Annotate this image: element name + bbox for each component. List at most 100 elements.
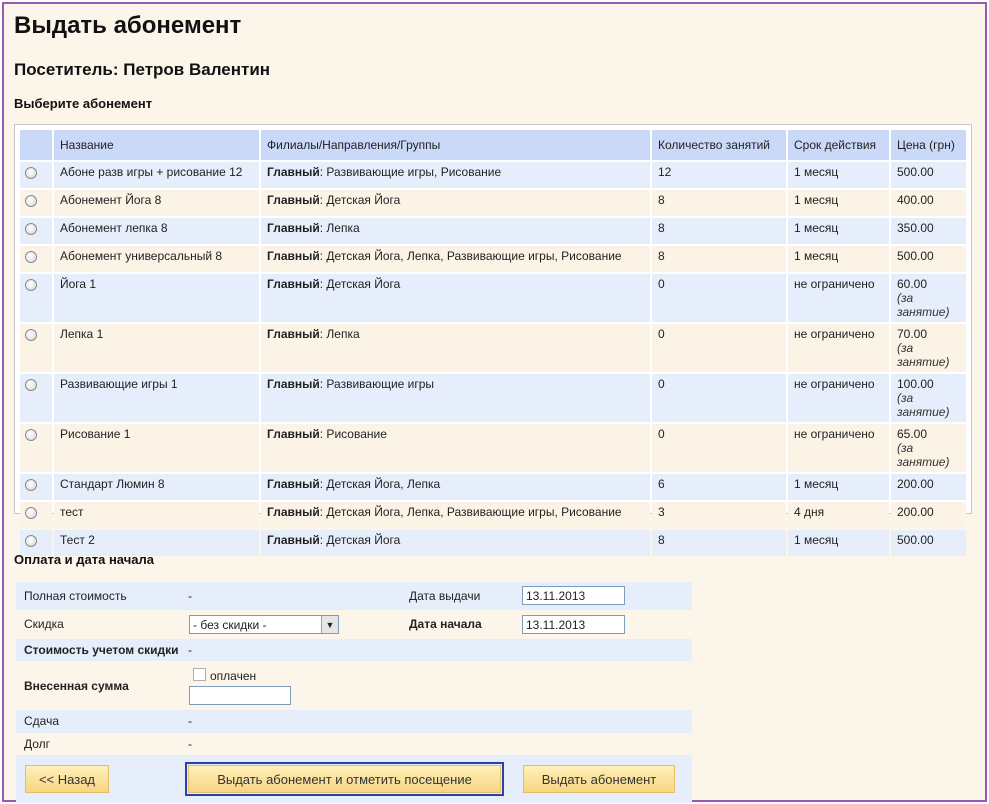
change-label: Сдача	[24, 714, 60, 728]
table-row[interactable]: тест Главный: Детская Йога, Лепка, Разви…	[20, 502, 966, 528]
row-group-list: : Детская Йога	[319, 193, 401, 207]
row-price: 60.00 (за занятие)	[891, 274, 966, 322]
row-groups: Главный: Рисование	[261, 424, 650, 472]
issue-button[interactable]: Выдать абонемент	[523, 765, 675, 793]
row-name: Рисование 1	[54, 424, 259, 472]
table-row[interactable]: Лепка 1 Главный: Лепка 0 не ограничено 7…	[20, 324, 966, 372]
row-name: Абонемент лепка 8	[54, 218, 259, 244]
issue-date-input[interactable]: 13.11.2013	[522, 586, 625, 605]
row-term: не ограничено	[788, 424, 889, 472]
row-group-list: : Детская Йога, Лепка, Развивающие игры,…	[319, 249, 622, 263]
table-row[interactable]: Абоне разв игры + рисование 12 Главный: …	[20, 162, 966, 188]
row-groups: Главный: Детская Йога	[261, 530, 650, 556]
row-price: 65.00 (за занятие)	[891, 424, 966, 472]
discount-select[interactable]: - без скидки - ▼	[189, 615, 339, 634]
row-group-list: : Детская Йога, Лепка	[319, 477, 441, 491]
table-row[interactable]: Абонемент лепка 8 Главный: Лепка 8 1 мес…	[20, 218, 966, 244]
radio-button[interactable]	[25, 479, 37, 491]
row-branch: Главный	[267, 427, 320, 441]
change-value: -	[188, 714, 192, 728]
paid-amount-input[interactable]	[189, 686, 291, 705]
row-branch: Главный	[267, 377, 320, 391]
row-price: 200.00	[891, 502, 966, 528]
price-value: 500.00	[897, 165, 934, 179]
row-count: 8	[652, 190, 786, 216]
row-select[interactable]	[20, 502, 52, 528]
row-select[interactable]	[20, 246, 52, 272]
row-group-list: : Лепка	[319, 221, 360, 235]
discount-label: Скидка	[24, 617, 64, 631]
price-value: 500.00	[897, 249, 934, 263]
row-term: 1 месяц	[788, 162, 889, 188]
radio-button[interactable]	[25, 379, 37, 391]
table-row[interactable]: Рисование 1 Главный: Рисование 0 не огра…	[20, 424, 966, 472]
chevron-down-icon[interactable]: ▼	[321, 616, 338, 633]
row-branch: Главный	[267, 221, 320, 235]
price-value: 400.00	[897, 193, 934, 207]
paid-checkbox[interactable]	[193, 668, 206, 681]
row-select[interactable]	[20, 374, 52, 422]
row-select[interactable]	[20, 274, 52, 322]
row-groups: Главный: Детская Йога, Лепка, Развивающи…	[261, 502, 650, 528]
row-groups: Главный: Детская Йога	[261, 190, 650, 216]
row-name: Абонемент Йога 8	[54, 190, 259, 216]
table-row[interactable]: Развивающие игры 1 Главный: Развивающие …	[20, 374, 966, 422]
choose-subscription-heading: Выберите абонемент	[14, 96, 153, 111]
row-price: 350.00	[891, 218, 966, 244]
radio-button[interactable]	[25, 167, 37, 179]
table-row[interactable]: Стандарт Люмин 8 Главный: Детская Йога, …	[20, 474, 966, 500]
row-name: Абоне разв игры + рисование 12	[54, 162, 259, 188]
row-select[interactable]	[20, 324, 52, 372]
radio-button[interactable]	[25, 195, 37, 207]
row-branch: Главный	[267, 277, 320, 291]
table-row[interactable]: Йога 1 Главный: Детская Йога 0 не ограни…	[20, 274, 966, 322]
row-price: 500.00	[891, 246, 966, 272]
radio-button[interactable]	[25, 535, 37, 547]
radio-button[interactable]	[25, 507, 37, 519]
row-count: 0	[652, 424, 786, 472]
row-branch: Главный	[267, 327, 320, 341]
row-name: Стандарт Люмин 8	[54, 474, 259, 500]
row-count: 0	[652, 324, 786, 372]
start-date-input[interactable]: 13.11.2013	[522, 615, 625, 634]
row-select[interactable]	[20, 474, 52, 500]
radio-button[interactable]	[25, 329, 37, 341]
row-name: Йога 1	[54, 274, 259, 322]
price-per-session: (за занятие)	[897, 341, 950, 369]
row-select[interactable]	[20, 162, 52, 188]
row-group-list: : Рисование	[319, 427, 387, 441]
row-term: 1 месяц	[788, 474, 889, 500]
row-count: 0	[652, 274, 786, 322]
table-row[interactable]: Абонемент универсальный 8 Главный: Детск…	[20, 246, 966, 272]
row-select[interactable]	[20, 424, 52, 472]
row-branch: Главный	[267, 533, 320, 547]
row-price: 200.00	[891, 474, 966, 500]
row-term: не ограничено	[788, 274, 889, 322]
change-row: Сдача -	[16, 710, 692, 733]
issue-and-mark-button[interactable]: Выдать абонемент и отметить посещение	[185, 762, 504, 796]
back-button[interactable]: << Назад	[25, 765, 109, 793]
row-count: 3	[652, 502, 786, 528]
radio-button[interactable]	[25, 429, 37, 441]
paid-amount-row: Внесенная сумма оплачен	[16, 661, 692, 710]
row-select[interactable]	[20, 218, 52, 244]
radio-button[interactable]	[25, 279, 37, 291]
row-group-list: : Детская Йога	[319, 277, 401, 291]
table-row[interactable]: Тест 2 Главный: Детская Йога 8 1 месяц 5…	[20, 530, 966, 556]
row-count: 0	[652, 374, 786, 422]
debt-label: Долг	[24, 737, 51, 751]
table-row[interactable]: Абонемент Йога 8 Главный: Детская Йога 8…	[20, 190, 966, 216]
row-name: Абонемент универсальный 8	[54, 246, 259, 272]
row-groups: Главный: Развивающие игры, Рисование	[261, 162, 650, 188]
table-header-row: Название Филиалы/Направления/Группы Коли…	[20, 130, 966, 160]
radio-button[interactable]	[25, 223, 37, 235]
row-groups: Главный: Лепка	[261, 324, 650, 372]
header-count: Количество занятий	[652, 130, 786, 160]
row-count: 12	[652, 162, 786, 188]
radio-button[interactable]	[25, 251, 37, 263]
header-groups: Филиалы/Направления/Группы	[261, 130, 650, 160]
row-count: 8	[652, 218, 786, 244]
full-cost-row: Полная стоимость - Дата выдачи 13.11.201…	[16, 582, 692, 610]
row-term: 1 месяц	[788, 190, 889, 216]
row-select[interactable]	[20, 190, 52, 216]
